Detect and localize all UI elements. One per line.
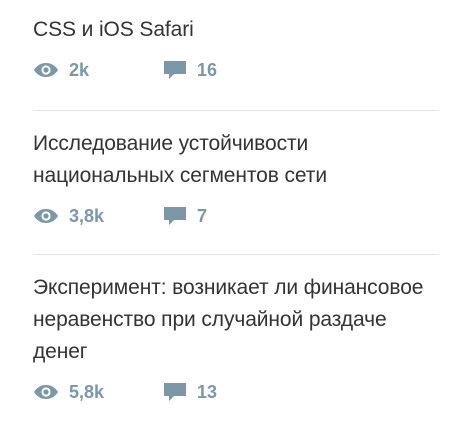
views-counter: 5,8k xyxy=(33,382,163,403)
comments-link[interactable]: 13 xyxy=(163,382,217,403)
list-item: Исследование устойчивости национальных с… xyxy=(33,111,439,255)
post-title-link[interactable]: Эксперимент: возникает ли финансовое нер… xyxy=(33,272,439,368)
post-title-link[interactable]: CSS и iOS Safari xyxy=(33,14,439,46)
post-stats: 3,8k 7 xyxy=(33,204,439,228)
list-item: Эксперимент: возникает ли финансовое нер… xyxy=(33,255,439,431)
views-count: 2k xyxy=(69,59,90,80)
views-count: 5,8k xyxy=(69,381,105,402)
list-item: CSS и iOS Safari 2k 16 xyxy=(33,0,439,111)
eye-icon xyxy=(33,62,59,78)
post-stats: 2k 16 xyxy=(33,58,439,82)
comment-icon xyxy=(163,60,187,80)
eye-icon xyxy=(33,208,59,224)
views-counter: 2k xyxy=(33,60,163,81)
comment-icon xyxy=(163,382,187,402)
views-count: 3,8k xyxy=(69,205,105,226)
comments-count: 16 xyxy=(197,59,218,80)
post-stats: 5,8k 13 xyxy=(33,380,439,404)
comments-link[interactable]: 16 xyxy=(163,60,217,81)
comments-count: 7 xyxy=(197,205,208,226)
views-counter: 3,8k xyxy=(33,206,163,227)
comments-link[interactable]: 7 xyxy=(163,206,207,227)
eye-icon xyxy=(33,384,59,400)
post-list: CSS и iOS Safari 2k 16 Исследование усто… xyxy=(33,0,439,431)
comments-count: 13 xyxy=(197,381,218,402)
comment-icon xyxy=(163,206,187,226)
post-title-link[interactable]: Исследование устойчивости национальных с… xyxy=(33,128,439,192)
